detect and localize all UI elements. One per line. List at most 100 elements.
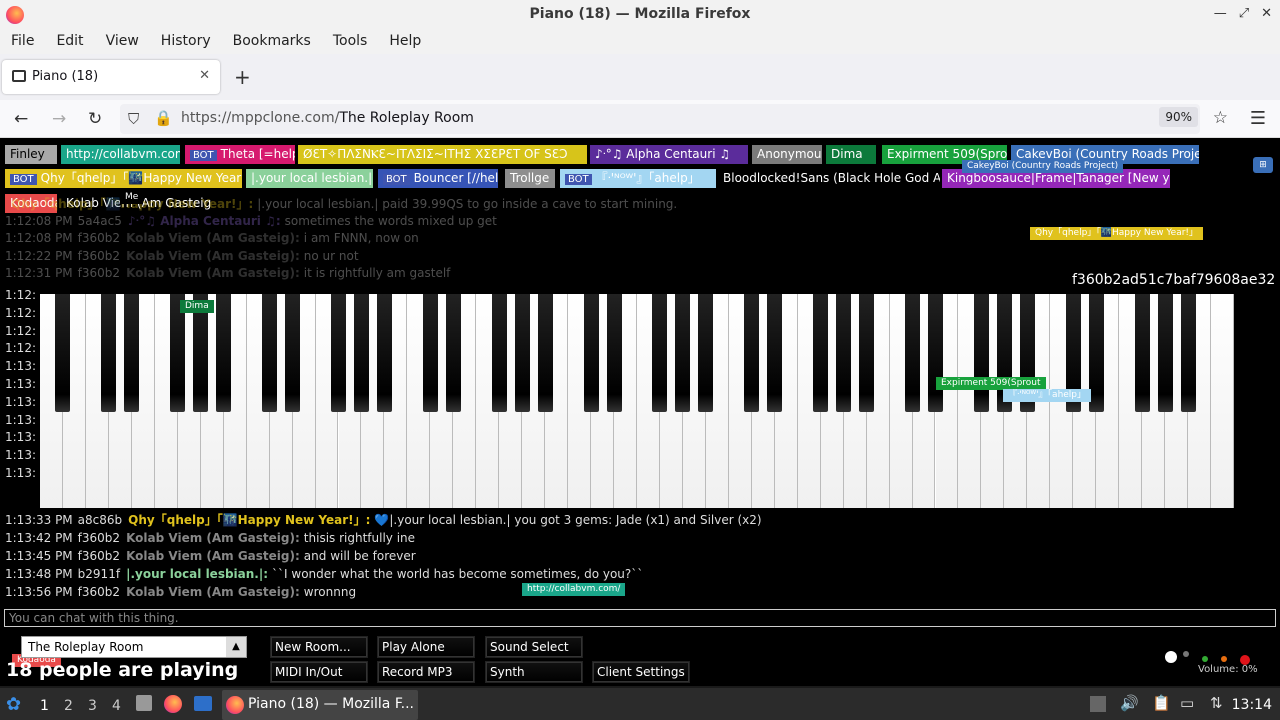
clipboard-icon[interactable]: 📋 xyxy=(1152,694,1171,712)
black-key[interactable] xyxy=(583,294,599,412)
black-key[interactable] xyxy=(744,294,760,412)
hamburger-menu-icon[interactable]: ☰ xyxy=(1250,108,1266,129)
client-settings-button[interactable]: Client Settings xyxy=(592,661,690,683)
close-window-icon[interactable]: ✕ xyxy=(1261,6,1272,21)
tab-close-icon[interactable]: ✕ xyxy=(199,68,210,83)
menu-tools[interactable]: Tools xyxy=(322,30,379,54)
zoom-level[interactable]: 90% xyxy=(1159,107,1198,127)
volume-knob[interactable] xyxy=(1165,651,1177,663)
synth-button[interactable]: Synth xyxy=(485,661,583,683)
menu-bookmarks[interactable]: Bookmarks xyxy=(222,30,322,54)
forward-icon[interactable]: → xyxy=(52,109,66,129)
user-tag[interactable]: Dima xyxy=(826,145,876,164)
black-key[interactable] xyxy=(491,294,507,412)
black-key[interactable] xyxy=(514,294,530,412)
menu-help[interactable]: Help xyxy=(378,30,432,54)
black-key[interactable] xyxy=(698,294,714,412)
user-tag[interactable]: BOT Qhy「qhelp」「🌃Happy New Year!」 xyxy=(5,169,242,188)
black-key[interactable] xyxy=(422,294,438,412)
user-tag[interactable]: Bloodlocked!Sans (Black Hole God AFK) xyxy=(718,169,940,188)
menu-view[interactable]: View xyxy=(95,30,150,54)
black-key[interactable] xyxy=(55,294,71,412)
black-key[interactable] xyxy=(1134,294,1150,412)
chevron-up-icon[interactable]: ▲ xyxy=(226,637,246,657)
black-key[interactable] xyxy=(767,294,783,412)
black-key[interactable] xyxy=(675,294,691,412)
chat-nick[interactable]: Kolab Viem (Am Gasteig): xyxy=(126,585,300,599)
workspace-2[interactable]: 2 xyxy=(64,698,73,714)
black-key[interactable] xyxy=(101,294,117,412)
user-tag[interactable]: ♪ᐧ°♫ Alpha Centauri ♫ xyxy=(590,145,748,164)
record-mp3-button[interactable]: Record MP3 xyxy=(377,661,475,683)
black-key[interactable] xyxy=(1180,294,1196,412)
workspace-4[interactable]: 4 xyxy=(112,698,121,714)
user-tag[interactable]: http://collabvm.com/ xyxy=(61,145,180,164)
black-key[interactable] xyxy=(652,294,668,412)
new-tab-icon[interactable]: + xyxy=(234,65,251,89)
tab-piano[interactable]: Piano (18) ✕ xyxy=(2,60,220,94)
user-tag[interactable]: BOTBouncer [//help] xyxy=(378,169,498,188)
workspace-1[interactable]: 1 xyxy=(40,698,49,714)
lock-icon[interactable]: 🔒 xyxy=(154,109,173,127)
black-key[interactable] xyxy=(905,294,921,412)
user-tag[interactable]: Trollge xyxy=(505,169,555,188)
user-tag[interactable]: BOT 『ᐧ'ᴺᴼᵂ'』「ahelp」 xyxy=(560,169,716,188)
chat-nick[interactable]: ♪ᐧ°♫ Alpha Centauri ♫: xyxy=(128,214,281,228)
shield-icon[interactable]: ⛉ xyxy=(128,110,139,128)
chat-nick[interactable]: Kolab Viem (Am Gasteig): xyxy=(126,549,300,563)
black-key[interactable] xyxy=(353,294,369,412)
network-icon[interactable]: ⇅ xyxy=(1210,694,1223,712)
reload-icon[interactable]: ↻ xyxy=(88,109,102,129)
user-tag[interactable]: Finley xyxy=(5,145,57,164)
black-key[interactable] xyxy=(973,294,989,412)
chat-nick[interactable]: Kolab Viem (Am Gasteig): xyxy=(126,531,300,545)
menu-history[interactable]: History xyxy=(150,30,222,54)
user-tag[interactable]: BOTTheta [=help] xyxy=(185,145,295,164)
black-key[interactable] xyxy=(262,294,278,412)
chat-nick[interactable]: Kolab Viem (Am Gasteig): xyxy=(126,266,300,280)
workspace-3[interactable]: 3 xyxy=(88,698,97,714)
desktop-icon[interactable] xyxy=(194,696,212,711)
tray-arrow-icon[interactable] xyxy=(1090,696,1106,712)
firefox-launcher-icon[interactable] xyxy=(164,695,182,713)
black-key[interactable] xyxy=(1157,294,1173,412)
minimize-icon[interactable]: — xyxy=(1214,6,1227,21)
chat-input[interactable]: You can chat with this thing. xyxy=(4,609,1276,627)
display-icon[interactable]: ▭ xyxy=(1180,694,1194,712)
black-key[interactable] xyxy=(285,294,301,412)
user-tag[interactable]: |.your local lesbian.| xyxy=(246,169,373,188)
sound-select-button[interactable]: Sound Select xyxy=(485,636,583,658)
midi-button[interactable]: MIDI In/Out xyxy=(270,661,368,683)
bookmark-star-icon[interactable]: ☆ xyxy=(1213,108,1228,128)
black-key[interactable] xyxy=(445,294,461,412)
back-icon[interactable]: ← xyxy=(14,109,28,129)
start-menu-icon[interactable]: ✿ xyxy=(6,694,21,715)
black-key[interactable] xyxy=(859,294,875,412)
white-key[interactable] xyxy=(1211,294,1234,508)
new-room-button[interactable]: New Room... xyxy=(270,636,368,658)
chat-nick[interactable]: Qhy「qhelp」「🌃Happy New Year!」: xyxy=(128,513,370,527)
black-key[interactable] xyxy=(606,294,622,412)
black-key[interactable] xyxy=(928,294,943,412)
user-tag[interactable]: Anonymous xyxy=(752,145,822,164)
chat-nick[interactable]: Kolab Viem (Am Gasteig): xyxy=(126,231,300,245)
black-key[interactable] xyxy=(813,294,829,412)
taskbar-firefox-window[interactable]: Piano (18) — Mozilla F... xyxy=(222,690,418,720)
url-bar[interactable]: ⛉ 🔒 https://mppclone.com/The Roleplay Ro… xyxy=(120,104,1228,134)
black-key[interactable] xyxy=(331,294,346,412)
black-key[interactable] xyxy=(836,294,852,412)
chat-nick[interactable]: |.your local lesbian.|: xyxy=(126,567,268,581)
volume-tray-icon[interactable]: 🔊 xyxy=(1120,694,1139,712)
file-manager-icon[interactable] xyxy=(136,695,152,711)
user-tag[interactable]: ØƐT✧ΠΛΣΝⲔƐ~ΙΤΛΣΙΣ~ΙΤΗΣ ΧΣƐPƐT OF SƐƆ xyxy=(298,145,587,164)
room-select[interactable]: The Roleplay Room ▲ xyxy=(21,636,247,658)
black-key[interactable] xyxy=(537,294,553,412)
discord-icon[interactable]: ⊞ xyxy=(1253,157,1273,173)
black-key[interactable] xyxy=(124,294,140,412)
menu-file[interactable]: File xyxy=(0,30,45,54)
play-alone-button[interactable]: Play Alone xyxy=(377,636,475,658)
black-key[interactable] xyxy=(376,294,392,412)
restore-icon[interactable]: ⤢ xyxy=(1239,6,1249,21)
chat-nick[interactable]: Kolab Viem (Am Gasteig): xyxy=(126,249,300,263)
black-key[interactable] xyxy=(216,294,232,412)
